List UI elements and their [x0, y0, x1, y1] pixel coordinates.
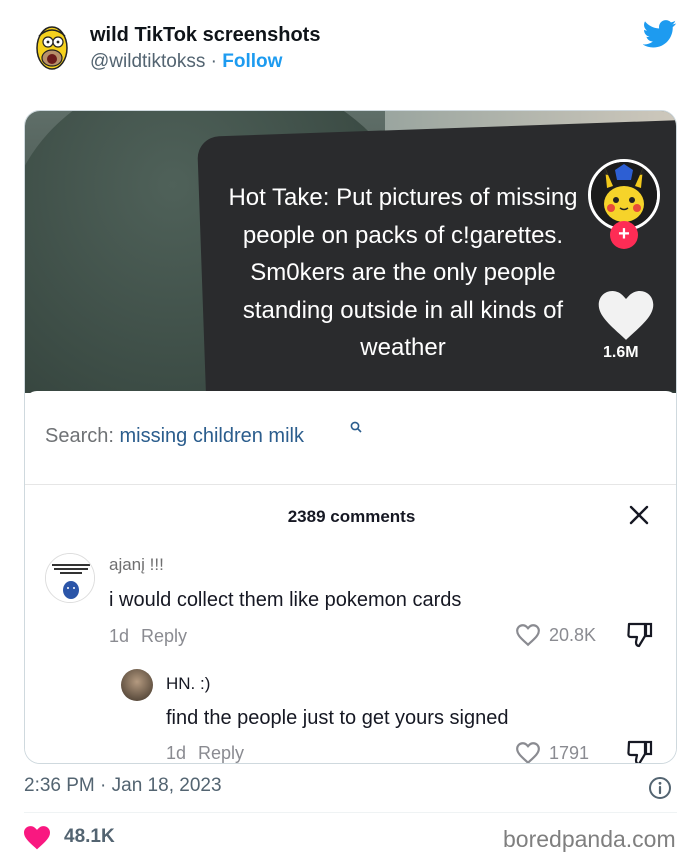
search-suggestion[interactable]: Search: missing children milk: [45, 425, 304, 448]
comment-reply-button[interactable]: Reply: [141, 626, 187, 646]
search-prefix: Search:: [45, 425, 120, 447]
reply-heart-icon[interactable]: [515, 741, 541, 764]
twitter-bird-icon[interactable]: [643, 20, 677, 48]
dislike-icon[interactable]: [625, 738, 655, 764]
reply-reply-button[interactable]: Reply: [198, 743, 244, 763]
info-icon[interactable]: [648, 776, 672, 800]
tiktok-video-frame[interactable]: Hot Take: Put pictures of missing people…: [25, 111, 676, 393]
close-icon[interactable]: [627, 503, 651, 527]
meme-avatar-icon: [46, 554, 94, 602]
comment-heart-icon[interactable]: [515, 623, 541, 647]
author-name[interactable]: wild TikTok screenshots: [90, 24, 320, 47]
search-term[interactable]: missing children milk: [119, 425, 304, 447]
tweet-like-count[interactable]: 48.1K: [64, 826, 115, 848]
comment-username[interactable]: ajanį !!!: [109, 555, 164, 575]
dislike-icon[interactable]: [625, 620, 655, 650]
comment-meta: 1d Reply: [109, 626, 187, 647]
follow-button[interactable]: Follow: [222, 51, 282, 72]
reply-age: 1d: [166, 743, 187, 763]
reply-avatar[interactable]: [121, 669, 153, 701]
hot-take-caption: Hot Take: Put pictures of missing people…: [228, 184, 578, 361]
embedded-media[interactable]: Hot Take: Put pictures of missing people…: [24, 110, 677, 764]
reply-username[interactable]: HN. :): [166, 674, 210, 694]
follow-creator-button[interactable]: +: [610, 221, 638, 249]
heart-icon[interactable]: [598, 291, 654, 341]
author-handle[interactable]: @wildtiktokss: [90, 51, 205, 72]
comment-avatar[interactable]: [45, 553, 95, 603]
comment-text: i would collect them like pokemon cards: [109, 589, 462, 611]
homer-avatar-icon[interactable]: [30, 22, 78, 74]
footer-divider: [24, 812, 677, 813]
author-handle-row: @wildtiktokss · Follow: [90, 51, 282, 73]
like-heart-icon[interactable]: [24, 826, 50, 850]
panel-divider: [25, 484, 676, 485]
boredpanda-watermark: boredpanda.com: [503, 826, 676, 852]
reply-text: find the people just to get yours signed: [166, 707, 509, 729]
search-icon[interactable]: [350, 421, 362, 433]
tweet-header: wild TikTok screenshots @wildtiktokss · …: [0, 0, 700, 100]
comment-like-count: 20.8K: [549, 625, 597, 645]
comments-count: 2389 comments: [287, 507, 416, 526]
tweet-timestamp[interactable]: 2:36 PM · Jan 18, 2023: [24, 775, 222, 797]
pikachu-avatar-icon: [591, 162, 657, 228]
comment-age: 1d: [109, 626, 130, 646]
handle-separator: ·: [205, 51, 223, 72]
reply-meta: 1d Reply: [166, 743, 244, 763]
reply-like-count: 1791: [549, 743, 590, 763]
video-likes-count: 1.6M: [603, 344, 639, 361]
comments-panel: Search: missing children milk 2389 comme…: [25, 391, 676, 764]
